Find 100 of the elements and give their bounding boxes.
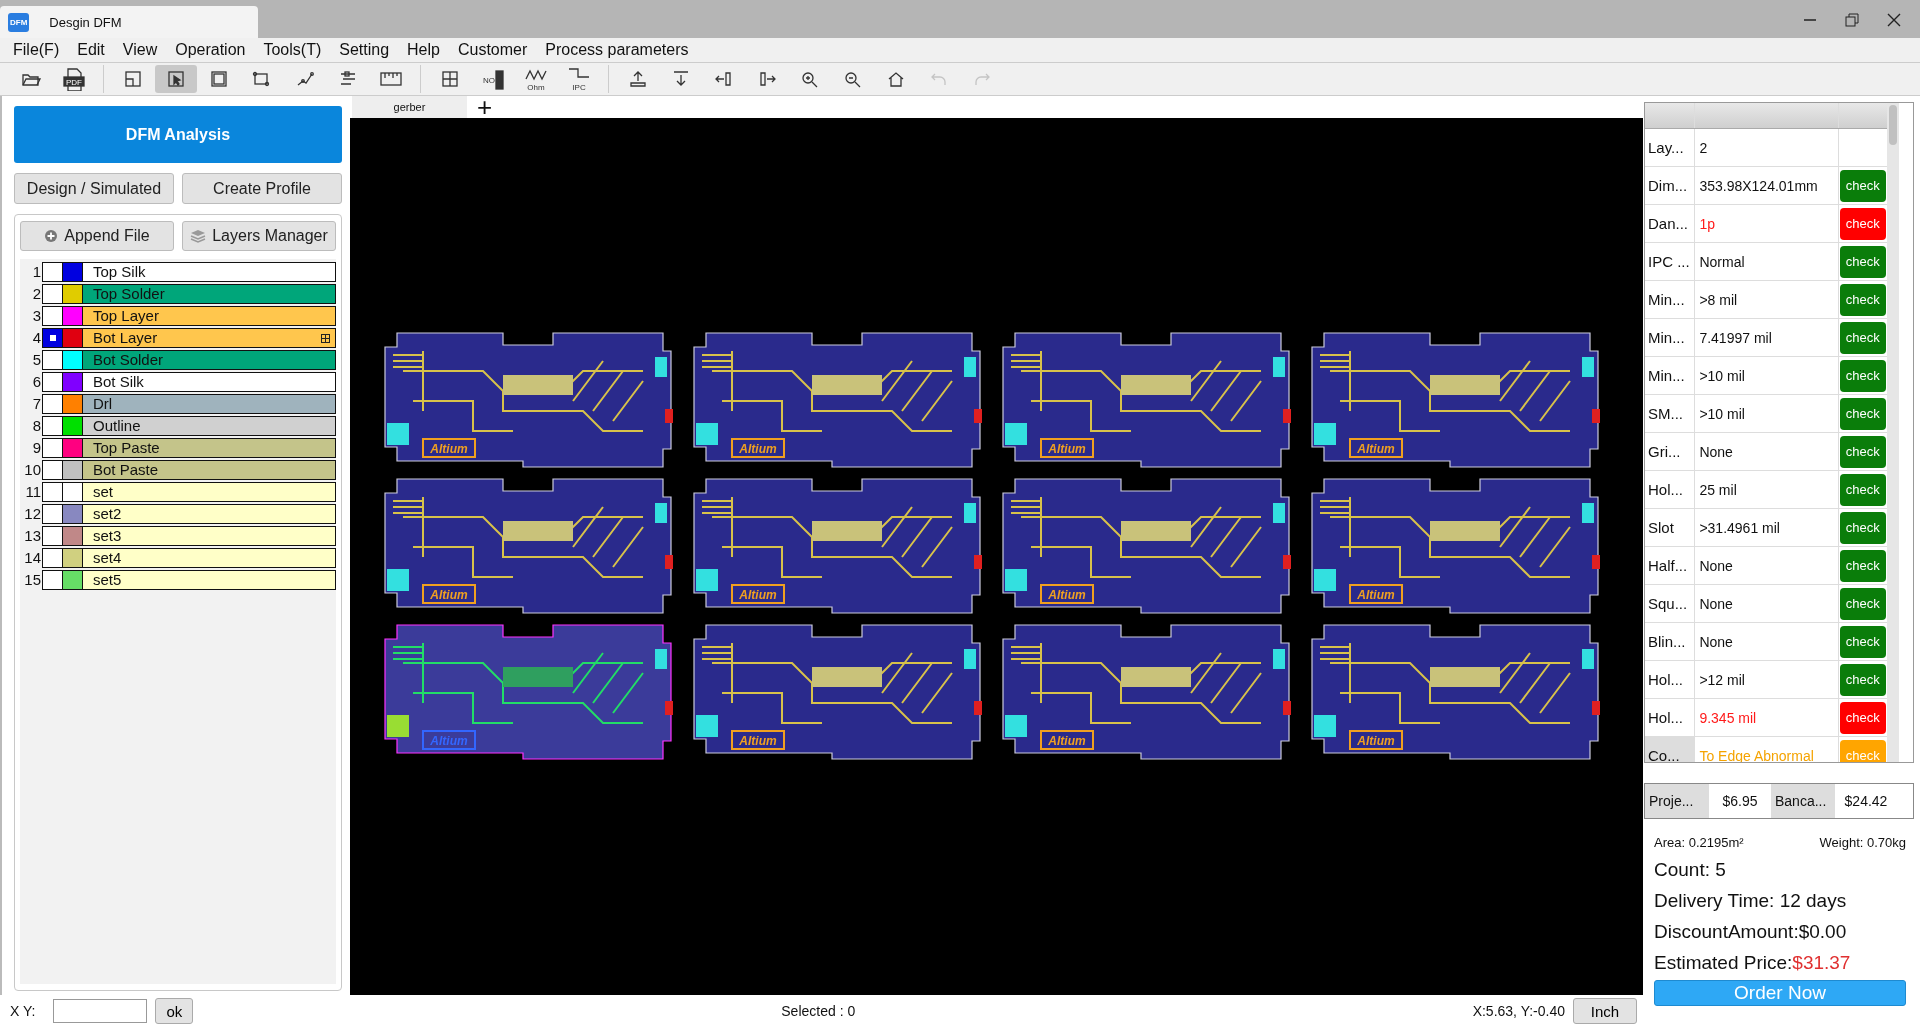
scrollbar[interactable] [1887,103,1899,762]
layer-color-swatch[interactable] [63,438,82,458]
pcb-canvas[interactable]: Altium Altium Altium Altium Altium Altium Altium Altium Altium Altium Altium Altium [350,118,1643,995]
menu-item[interactable]: File(F) [4,41,69,59]
layer-name[interactable]: Outline [82,416,336,436]
pcb-board-drawing[interactable]: Altium [384,477,673,614]
tool-button[interactable]: PDF [53,65,95,93]
layer-name[interactable]: set5 [82,570,336,590]
canvas-tab[interactable]: gerber [352,96,467,118]
tool-button[interactable]: Ohm [515,65,557,93]
check-button[interactable]: check [1839,625,1886,658]
menu-item[interactable]: Customer [448,41,537,59]
pcb-board-drawing[interactable]: Altium [1002,331,1291,468]
check-name[interactable]: Hol... [1645,471,1696,508]
check-name[interactable]: Gri... [1645,433,1696,470]
check-name[interactable]: Blin... [1645,623,1696,660]
check-name[interactable]: Min... [1645,357,1696,394]
check-name[interactable]: Dim... [1645,167,1696,204]
layer-select-cell[interactable] [42,306,63,326]
pcb-board-drawing[interactable]: Altium [693,331,982,468]
tool-button[interactable]: NO [472,65,514,93]
check-button[interactable]: check [1839,207,1886,240]
layer-color-swatch[interactable] [63,504,82,524]
check-button[interactable]: check [1839,245,1886,278]
layer-select-cell[interactable] [42,372,63,392]
tool-button[interactable]: IPC [558,65,600,93]
check-name[interactable]: Lay... [1645,129,1696,166]
check-button[interactable]: check [1839,435,1886,468]
expand-grid-icon[interactable] [321,334,330,343]
pcb-board-drawing[interactable]: Altium [1311,623,1600,760]
layer-select-cell[interactable] [42,350,63,370]
layer-color-swatch[interactable] [63,306,82,326]
close-icon[interactable] [1886,12,1902,28]
layer-name[interactable]: Bot Solder [82,350,336,370]
layers-manager-button[interactable]: Layers Manager [182,221,336,251]
check-button[interactable]: check [1839,397,1886,430]
pcb-board-drawing[interactable]: Altium [1002,623,1291,760]
check-name[interactable]: IPC ... [1645,243,1696,280]
menu-item[interactable]: Help [398,41,449,59]
layer-select-cell[interactable] [42,328,63,348]
menu-item[interactable]: Edit [68,41,114,59]
add-tab-button[interactable]: + [477,96,493,118]
layer-color-swatch[interactable] [63,372,82,392]
menu-item[interactable]: Setting [330,41,399,59]
layer-name[interactable]: set2 [82,504,336,524]
layer-color-swatch[interactable] [63,482,82,502]
check-button[interactable]: check [1839,701,1886,734]
layer-name[interactable]: Bot Silk [82,372,336,392]
layer-name[interactable]: Top Layer [82,306,336,326]
check-name[interactable]: Min... [1645,319,1696,356]
layer-color-swatch[interactable] [63,548,82,568]
check-name[interactable]: Min... [1645,281,1696,318]
ok-button[interactable]: ok [155,998,194,1024]
layer-color-swatch[interactable] [63,350,82,370]
check-button[interactable]: check [1839,359,1886,392]
layer-color-swatch[interactable] [63,570,82,590]
check-button[interactable]: check [1839,511,1886,544]
pcb-board-drawing[interactable]: Altium [1002,477,1291,614]
pcb-board-drawing[interactable]: Altium [693,623,982,760]
check-name[interactable]: Hol... [1645,661,1696,698]
window-tab[interactable]: DFM Desgin DFM [0,6,258,38]
check-name[interactable]: Half... [1645,547,1696,584]
layer-select-cell[interactable] [42,548,63,568]
layer-select-cell[interactable] [42,284,63,304]
check-name[interactable]: Co... [1645,737,1696,762]
layer-name[interactable]: set [82,482,336,502]
menu-item[interactable]: Operation [166,41,255,59]
check-name[interactable]: Slot [1645,509,1696,546]
layer-name[interactable]: Drl [82,394,336,414]
check-button[interactable]: check [1839,663,1886,696]
panel-button[interactable]: Create Profile [182,173,342,204]
pcb-board-drawing[interactable]: Altium [693,477,982,614]
layer-select-cell[interactable] [42,504,63,524]
dfm-analysis-button[interactable]: DFM Analysis [14,106,342,163]
layer-select-cell[interactable] [42,460,63,480]
layer-name[interactable]: set3 [82,526,336,546]
panel-button[interactable]: Design / Simulated [14,173,174,204]
layer-color-swatch[interactable] [63,328,82,348]
check-button[interactable]: check [1839,473,1886,506]
check-button[interactable]: check [1839,321,1886,354]
check-button[interactable]: check [1839,587,1886,620]
layer-select-cell[interactable] [42,416,63,436]
check-name[interactable]: SM... [1645,395,1696,432]
layer-name[interactable]: Top Paste [82,438,336,458]
layer-color-swatch[interactable] [63,262,82,282]
check-name[interactable]: Squ... [1645,585,1696,622]
pcb-board-drawing[interactable]: Altium [1311,331,1600,468]
layer-select-cell[interactable] [42,482,63,502]
layer-select-cell[interactable] [42,262,63,282]
check-name[interactable]: Dan... [1645,205,1696,242]
menu-item[interactable]: View [113,41,167,59]
layer-color-swatch[interactable] [63,394,82,414]
layer-select-cell[interactable] [42,570,63,590]
layer-name[interactable]: Top Solder [82,284,336,304]
layer-name[interactable]: set4 [82,548,336,568]
pcb-board-drawing[interactable]: Altium [1311,477,1600,614]
layer-color-swatch[interactable] [63,526,82,546]
layer-color-swatch[interactable] [63,416,82,436]
tool-button[interactable] [155,65,197,93]
layer-name[interactable]: Bot Layer [82,328,336,348]
